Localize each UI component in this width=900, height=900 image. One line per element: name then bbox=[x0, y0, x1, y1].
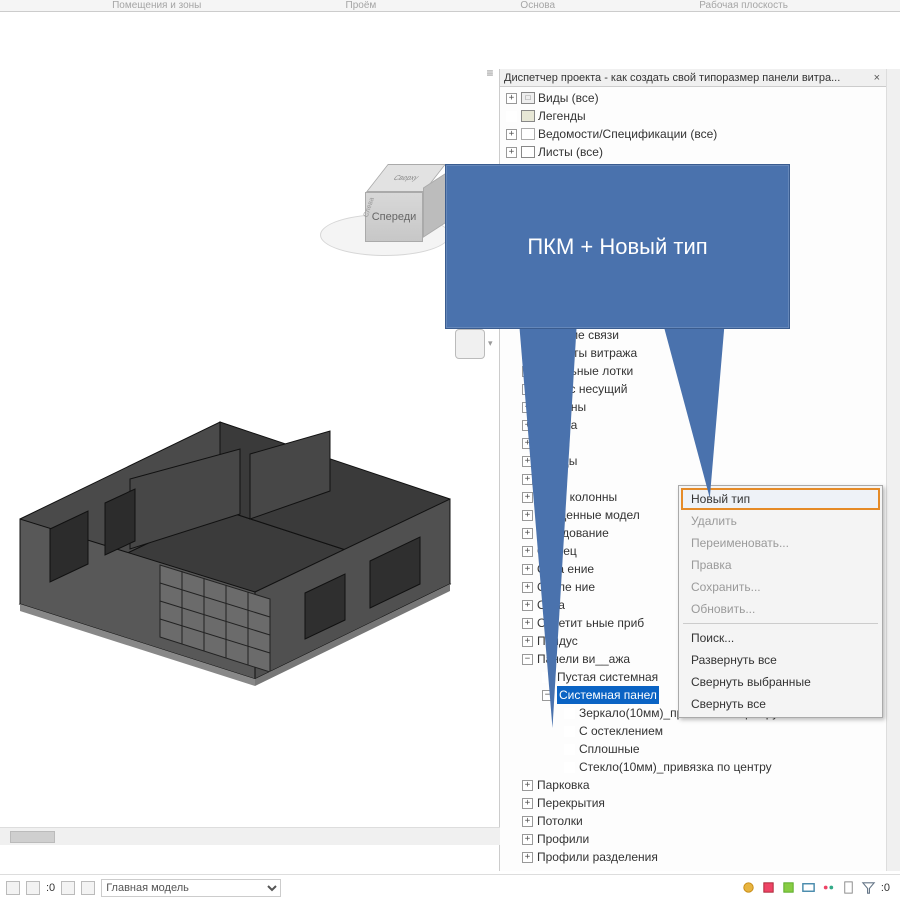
status-tool-icon[interactable] bbox=[81, 881, 95, 895]
legends-icon bbox=[521, 110, 535, 122]
menu-item-save: Сохранить... bbox=[681, 576, 880, 598]
views-icon bbox=[521, 92, 535, 104]
steering-wheel-icon[interactable] bbox=[455, 329, 485, 359]
tree-node-panel-type[interactable]: Стекло(10мм)_привязка по центру bbox=[502, 758, 886, 776]
ribbon-group: Рабочая плоскость bbox=[699, 0, 788, 11]
tree-node-sheets[interactable]: Листы (все) bbox=[502, 143, 886, 161]
expand-icon[interactable] bbox=[506, 93, 517, 104]
menu-item-collapse-selected[interactable]: Свернуть выбранные bbox=[681, 671, 880, 693]
annotation-callout: ПКМ + Новый тип bbox=[445, 164, 790, 329]
status-count: :0 bbox=[46, 882, 55, 894]
model-viewport[interactable]: ≡ Сверху Спереди Слева bbox=[0, 69, 500, 871]
tree-node-views[interactable]: Виды (все) bbox=[502, 89, 886, 107]
menu-item-delete: Удалить bbox=[681, 510, 880, 532]
sheets-icon bbox=[521, 146, 535, 158]
building-model[interactable] bbox=[10, 359, 460, 689]
menu-item-edit: Правка bbox=[681, 554, 880, 576]
tree-node-family[interactable]: Профили bbox=[502, 830, 886, 848]
menu-item-refresh: Обновить... bbox=[681, 598, 880, 620]
context-menu: Новый тип Удалить Переименовать... Правк… bbox=[678, 485, 883, 718]
schedules-icon bbox=[521, 128, 535, 140]
status-tool-icon[interactable] bbox=[6, 881, 20, 895]
filter-icon[interactable] bbox=[861, 880, 876, 895]
tree-node-panel-type[interactable]: Сплошные bbox=[502, 740, 886, 758]
status-tool-icon[interactable] bbox=[61, 881, 75, 895]
viewport-hscrollbar-thumb[interactable] bbox=[10, 831, 55, 843]
tree-node-family[interactable]: Перекрытия bbox=[502, 794, 886, 812]
expand-icon[interactable] bbox=[522, 582, 533, 593]
status-icon[interactable] bbox=[821, 880, 836, 895]
tree-node-family[interactable]: Потолки bbox=[502, 812, 886, 830]
status-icon[interactable] bbox=[841, 880, 856, 895]
status-bar: :0 Главная модель :0 bbox=[0, 874, 900, 900]
expand-icon[interactable] bbox=[506, 147, 517, 158]
menu-item-search[interactable]: Поиск... bbox=[681, 627, 880, 649]
project-browser-vscrollbar[interactable] bbox=[886, 69, 900, 871]
menu-item-collapse-all[interactable]: Свернуть все bbox=[681, 693, 880, 715]
status-icon[interactable] bbox=[741, 880, 756, 895]
expand-icon[interactable] bbox=[522, 618, 533, 629]
expand-icon[interactable] bbox=[522, 816, 533, 827]
expand-icon[interactable] bbox=[522, 780, 533, 791]
status-icon[interactable] bbox=[801, 880, 816, 895]
expand-icon[interactable] bbox=[522, 636, 533, 647]
ribbon-groups: Помещения и зоны Проём Основа Рабочая пл… bbox=[0, 0, 900, 12]
menu-item-expand-all[interactable]: Развернуть все bbox=[681, 649, 880, 671]
status-icon[interactable] bbox=[761, 880, 776, 895]
worksharing-combo[interactable]: Главная модель bbox=[101, 879, 281, 897]
expand-icon[interactable] bbox=[522, 798, 533, 809]
project-browser-title: Диспетчер проекта - как создать свой тип… bbox=[504, 72, 872, 84]
ribbon-group: Проём bbox=[346, 0, 377, 11]
tree-node-schedules[interactable]: Ведомости/Спецификации (все) bbox=[502, 125, 886, 143]
selection-count: :0 bbox=[881, 882, 890, 894]
expand-icon[interactable] bbox=[522, 852, 533, 863]
viewport-hscrollbar[interactable] bbox=[0, 827, 500, 845]
project-browser-titlebar[interactable]: Диспетчер проекта - как создать свой тип… bbox=[500, 69, 886, 87]
collapse-icon[interactable] bbox=[522, 654, 533, 665]
tree-node-family[interactable]: Профили разделения bbox=[502, 848, 886, 866]
menu-item-rename: Переименовать... bbox=[681, 532, 880, 554]
close-icon[interactable]: × bbox=[872, 72, 882, 84]
status-tool-icon[interactable] bbox=[26, 881, 40, 895]
expand-icon[interactable] bbox=[506, 129, 517, 140]
status-icon[interactable] bbox=[781, 880, 796, 895]
annotation-text: ПКМ + Новый тип bbox=[527, 234, 707, 260]
panel-grip-icon[interactable]: ≡ bbox=[485, 69, 495, 77]
expand-icon[interactable] bbox=[522, 600, 533, 611]
ribbon-group: Помещения и зоны bbox=[112, 0, 201, 11]
menu-separator bbox=[683, 623, 878, 624]
tree-node-legends[interactable]: Легенды bbox=[502, 107, 886, 125]
viewcube[interactable]: Сверху Спереди Слева bbox=[330, 154, 450, 274]
ribbon-group: Основа bbox=[520, 0, 555, 11]
tree-node-family[interactable]: Парковка bbox=[502, 776, 886, 794]
expand-icon[interactable] bbox=[522, 834, 533, 845]
